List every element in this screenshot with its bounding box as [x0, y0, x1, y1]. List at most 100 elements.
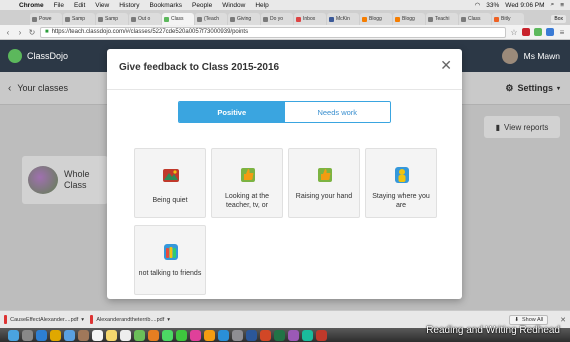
skill-card-staying-where-you-are[interactable]: Staying where you are — [365, 148, 437, 218]
gear-icon: ⚙ — [505, 82, 514, 93]
menu-bookmarks[interactable]: Bookmarks — [144, 2, 187, 9]
browser-profile-button[interactable]: Box — [551, 15, 566, 23]
safari-icon[interactable] — [36, 329, 47, 341]
browser-tab[interactable]: (Teach — [195, 13, 227, 25]
browser-tab[interactable]: Samp — [96, 13, 128, 25]
app-icon[interactable] — [288, 329, 299, 341]
preferences-icon[interactable] — [232, 329, 243, 341]
classdojo-logo-icon[interactable] — [8, 49, 22, 63]
wifi-icon[interactable]: ◠ — [475, 1, 481, 9]
tab-positive[interactable]: Positive — [179, 102, 285, 122]
extension-icon[interactable] — [534, 28, 542, 36]
favicon-icon — [98, 16, 103, 22]
browser-tab-active[interactable]: Class — [162, 13, 194, 25]
favicon-icon — [461, 16, 466, 22]
app-icon[interactable] — [316, 329, 327, 341]
battery-percent[interactable]: 33% — [486, 2, 499, 9]
app-icon[interactable] — [302, 329, 313, 341]
browser-tab[interactable]: Samp — [63, 13, 95, 25]
search-icon[interactable]: ⌕ — [551, 1, 555, 9]
browser-tab[interactable]: Inbox — [294, 13, 326, 25]
word-icon[interactable] — [246, 329, 257, 341]
tab-label: Samp — [105, 16, 119, 22]
menu-view[interactable]: View — [90, 2, 114, 9]
person-icon — [395, 167, 409, 183]
show-all-label: Show All — [522, 316, 544, 323]
calendar-icon[interactable] — [92, 329, 103, 341]
photos-icon[interactable] — [148, 329, 159, 341]
classdojo-brand[interactable]: ClassDojo — [27, 51, 68, 61]
menu-app-name[interactable]: Chrome — [14, 2, 49, 9]
tab-label: Samp — [72, 16, 86, 22]
tab-label: Class — [468, 16, 481, 22]
browser-tab[interactable]: McKin — [327, 13, 359, 25]
excel-icon[interactable] — [274, 329, 285, 341]
back-chevron-icon[interactable]: ‹ — [8, 83, 11, 94]
browser-tab[interactable]: Giving — [228, 13, 260, 25]
reminders-icon[interactable] — [120, 329, 131, 341]
crowd-icon — [164, 244, 178, 260]
extension-icon[interactable] — [546, 28, 554, 36]
ibooks-icon[interactable] — [204, 329, 215, 341]
close-icon[interactable]: ✕ — [440, 58, 452, 72]
notes-icon[interactable] — [106, 329, 117, 341]
browser-tab[interactable]: Class — [459, 13, 491, 25]
menu-people[interactable]: People — [187, 2, 217, 9]
browser-tab[interactable]: Blogg — [393, 13, 425, 25]
modal-divider — [107, 89, 462, 90]
browser-tab[interactable]: Do yo — [261, 13, 293, 25]
close-icon[interactable]: ✕ — [560, 316, 566, 324]
contacts-icon[interactable] — [78, 329, 89, 341]
view-reports-button[interactable]: ▮ View reports — [484, 116, 560, 138]
menu-help[interactable]: Help — [250, 2, 273, 9]
skill-card-not-talking-to-friends[interactable]: not talking to friends — [134, 225, 206, 295]
download-item[interactable]: CauseEffectAlexander....pdf ▾ — [4, 315, 84, 324]
download-item[interactable]: Alexanderandtheterrib....pdf ▾ — [90, 315, 170, 324]
url-text: https://teach.classdojo.com/#/classes/52… — [51, 29, 249, 35]
forward-arrow-icon[interactable]: › — [16, 28, 24, 37]
messages-icon[interactable] — [162, 329, 173, 341]
mail-icon[interactable] — [64, 329, 75, 341]
star-icon[interactable]: ☆ — [510, 28, 518, 37]
browser-tab[interactable]: Out o — [129, 13, 161, 25]
skill-card-being-quiet[interactable]: Being quiet — [134, 148, 206, 218]
powerpoint-icon[interactable] — [260, 329, 271, 341]
settings-button[interactable]: ⚙ Settings ▾ — [505, 83, 560, 94]
tab-needs-work[interactable]: Needs work — [284, 102, 390, 122]
facetime-icon[interactable] — [176, 329, 187, 341]
launchpad-icon[interactable] — [22, 329, 33, 341]
favicon-icon — [329, 16, 334, 22]
user-menu[interactable]: Ms Mawn — [501, 48, 560, 64]
favicon-icon — [65, 16, 70, 22]
itunes-icon[interactable] — [190, 329, 201, 341]
skill-card-looking-at-teacher[interactable]: Looking at the teacher, tv, or — [211, 148, 283, 218]
show-all-button[interactable]: ⬇ Show All — [509, 314, 549, 325]
menu-history[interactable]: History — [114, 2, 144, 9]
thumbs-up-icon — [241, 168, 255, 182]
reload-icon[interactable]: ↻ — [28, 28, 36, 37]
skill-card-raising-hand[interactable]: Raising your hand — [288, 148, 360, 218]
menu-edit[interactable]: Edit — [69, 2, 90, 9]
finder-icon[interactable] — [8, 329, 19, 341]
extension-icon[interactable] — [522, 28, 530, 36]
clock[interactable]: Wed 9:06 PM — [505, 2, 544, 9]
app-store-icon[interactable] — [218, 329, 229, 341]
tab-label: Class — [171, 16, 184, 22]
menu-window[interactable]: Window — [217, 2, 250, 9]
menu-file[interactable]: File — [49, 2, 69, 9]
browser-tab[interactable]: Bitly — [492, 13, 524, 25]
browser-tab[interactable]: Powe — [30, 13, 62, 25]
menu-icon[interactable]: ≡ — [558, 28, 566, 37]
address-bar[interactable]: ■ https://teach.classdojo.com/#/classes/… — [40, 26, 506, 38]
back-arrow-icon[interactable]: ‹ — [4, 28, 12, 37]
maps-icon[interactable] — [134, 329, 145, 341]
browser-tab[interactable]: Blogg — [360, 13, 392, 25]
tab-label: Teachi — [435, 16, 450, 22]
browser-tab[interactable]: Teachi — [426, 13, 458, 25]
whole-class-card[interactable]: Whole Class — [22, 156, 108, 204]
mountain-icon — [163, 169, 179, 182]
your-classes-link[interactable]: Your classes — [17, 83, 68, 93]
chrome-icon[interactable] — [50, 329, 61, 341]
list-icon[interactable]: ≡ — [560, 2, 564, 9]
modal-title: Give feedback to Class 2015-2016 — [119, 62, 280, 73]
